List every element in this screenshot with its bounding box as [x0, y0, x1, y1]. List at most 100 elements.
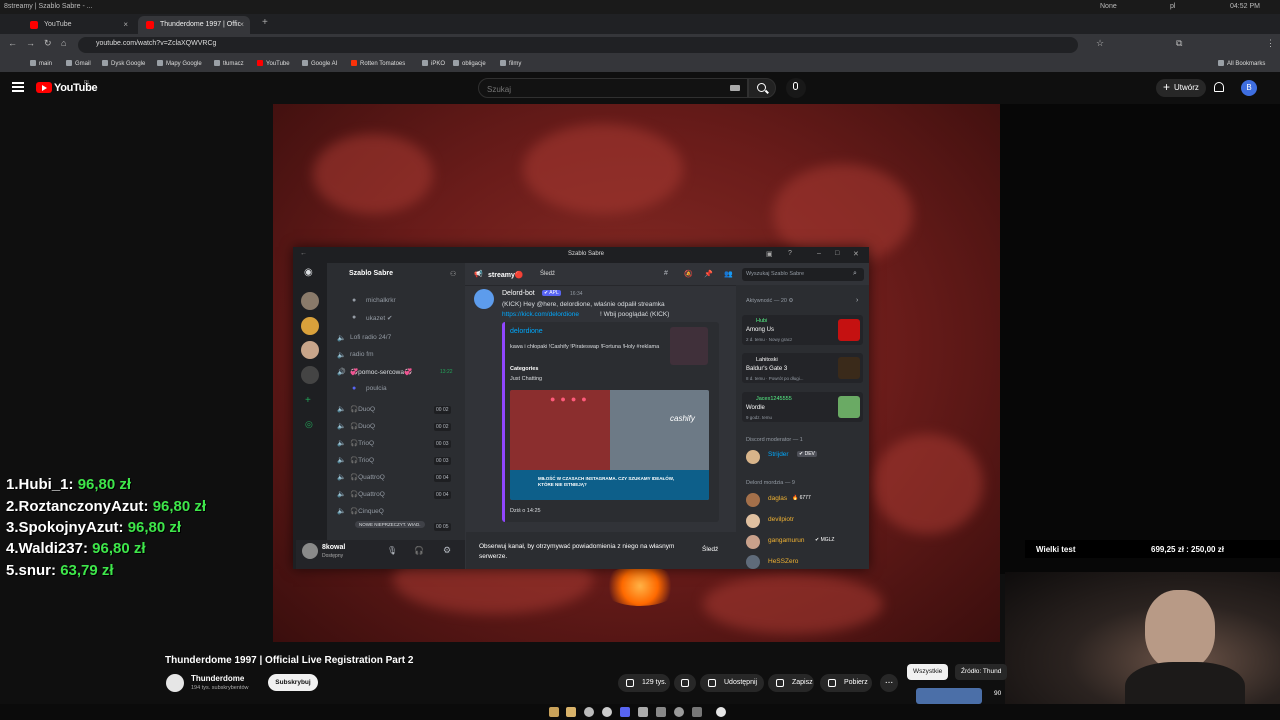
maximize-icon[interactable]: □ — [835, 250, 839, 257]
search-input[interactable] — [485, 82, 709, 96]
user-avatar[interactable] — [302, 543, 318, 559]
bookmark-ipko[interactable]: iPKO — [422, 60, 445, 67]
settings-gear-icon[interactable]: ⚙ — [443, 545, 451, 556]
channel-item[interactable]: 🔈 🎧QuattroQ — [337, 490, 385, 498]
search-button[interactable] — [748, 78, 776, 98]
create-button[interactable]: Utwórz — [1156, 78, 1206, 97]
forward-icon[interactable]: → — [26, 38, 35, 48]
channel-item[interactable]: 🔈 🎧TrioQ — [337, 456, 374, 464]
member-avatar[interactable] — [746, 535, 760, 549]
server-icon[interactable] — [301, 341, 319, 359]
members-icon[interactable]: 👥 — [724, 270, 733, 278]
filter-chip-source[interactable]: Źródło: Thund — [955, 664, 1008, 680]
tab-youtube[interactable]: YouTube × — [22, 16, 134, 34]
mute-icon[interactable]: 🔕 — [684, 270, 693, 278]
new-unread-pill[interactable]: NOWE NIEPRZECZYT. WIAD. — [355, 521, 425, 528]
url-text[interactable]: youtube.com/watch?v=ZclaXQWVRCg — [96, 40, 216, 47]
message-author[interactable]: Delord-bot — [502, 290, 535, 297]
add-member-icon[interactable]: ⚇ — [450, 270, 456, 278]
server-icon[interactable] — [301, 292, 319, 310]
address-bar[interactable] — [78, 37, 1078, 53]
bot-avatar[interactable] — [474, 289, 494, 309]
follow-button[interactable]: Śledź — [702, 546, 718, 553]
close-icon[interactable]: × — [239, 16, 244, 34]
bookmark-filmy[interactable]: filmy — [500, 60, 521, 67]
channel-name[interactable]: Thunderdome — [191, 674, 244, 683]
save-button[interactable]: Zapisz — [768, 674, 814, 692]
member-avatar[interactable] — [746, 493, 760, 507]
channel-item[interactable]: 🔈 Lofi radio 24/7 — [337, 334, 391, 342]
music-icon[interactable] — [602, 707, 612, 717]
channel-item[interactable]: 🔈 🎧CinqueQ — [337, 507, 384, 515]
follow-tab[interactable]: Śledź — [540, 271, 555, 277]
activity-user[interactable]: Lahitoski — [756, 357, 778, 363]
document-icon[interactable] — [692, 707, 702, 717]
channel-avatar[interactable] — [166, 674, 184, 692]
close-icon[interactable]: ✕ — [853, 250, 859, 258]
voice-search-icon[interactable] — [786, 78, 806, 98]
bookmark-google-ai[interactable]: Google AI — [302, 60, 337, 67]
bookmark-translate[interactable]: tłumacz — [214, 60, 244, 67]
member-name[interactable]: HeSSZero — [768, 558, 798, 565]
activity-user[interactable]: Hubi — [756, 318, 767, 324]
bookmark-gmail[interactable]: Gmail — [66, 60, 91, 67]
channel-item[interactable]: ● ukazet ✔ — [352, 314, 392, 322]
discord-icon[interactable] — [620, 707, 630, 717]
explore-icon[interactable]: ◎ — [305, 419, 313, 430]
threads-icon[interactable]: # — [664, 270, 668, 277]
channel-item[interactable]: 🔈 🎧DuoQ — [337, 422, 375, 430]
channel-item[interactable]: 🔈 🎧DuoQ — [337, 405, 375, 413]
dislike-button[interactable] — [674, 674, 696, 692]
menu-dots-icon[interactable]: ⋮ — [1266, 38, 1275, 49]
channel-item[interactable]: 🔈 🎧QuattroQ — [337, 473, 385, 481]
bookmark-obligacje[interactable]: obligacje — [453, 60, 486, 67]
more-actions-button[interactable]: ... — [880, 674, 898, 692]
search-icon[interactable]: ⌕ — [853, 270, 857, 278]
channel-item[interactable]: ● michalkrkr — [352, 297, 396, 304]
language-indicator[interactable]: pl — [1170, 3, 1175, 10]
bookmark-youtube[interactable]: YouTube — [257, 60, 290, 67]
minimize-icon[interactable]: – — [817, 250, 821, 257]
add-server-icon[interactable]: + — [305, 395, 311, 406]
server-name[interactable]: Szablo Sabre — [349, 270, 393, 277]
member-avatar[interactable] — [746, 555, 760, 569]
obs-icon[interactable] — [716, 707, 726, 717]
discord-home-icon[interactable]: ◉ — [304, 267, 313, 278]
files-icon[interactable] — [549, 707, 559, 717]
reload-icon[interactable]: ↻ — [44, 38, 52, 49]
member-avatar[interactable] — [746, 514, 760, 528]
embed-image[interactable]: ● ● ● ● cashify MIŁOŚĆ W CZASACH INSTAGR… — [510, 390, 709, 500]
youtube-logo-icon[interactable] — [36, 82, 52, 93]
server-folder-icon[interactable] — [301, 366, 319, 384]
new-tab-icon[interactable]: + — [262, 17, 268, 28]
channel-item[interactable]: 🔊 💞pomoc-sercowa💞 — [337, 368, 412, 376]
bookmark-rotten-tomatoes[interactable]: Rotten Tomatoes — [351, 60, 405, 67]
keyboard-icon[interactable] — [730, 85, 740, 91]
like-button[interactable]: 129 tys. — [618, 674, 670, 692]
embed-title[interactable]: delordione — [510, 328, 543, 335]
bookmark-drive[interactable]: Dysk Google — [102, 60, 145, 67]
help-icon[interactable]: ? — [788, 250, 792, 257]
back-icon[interactable]: ← — [8, 38, 17, 48]
bookmark-star-icon[interactable]: ☆ — [1096, 38, 1104, 49]
back-icon[interactable]: ← — [300, 250, 307, 257]
browser-icon[interactable] — [584, 707, 594, 717]
settings-icon[interactable] — [674, 707, 684, 717]
inbox-icon[interactable]: ▣ — [766, 250, 773, 258]
recommended-thumbnail[interactable] — [916, 688, 982, 704]
home-icon[interactable]: ⌂ — [61, 38, 66, 48]
bookmark-main[interactable]: main — [30, 60, 52, 67]
microphone-icon[interactable]: 🎙 — [387, 546, 397, 555]
folder-icon[interactable] — [566, 707, 576, 717]
message-link[interactable]: https://kick.com/delordione — [502, 311, 579, 318]
download-button[interactable]: Pobierz — [820, 674, 872, 692]
member-name[interactable]: devilpiotr — [768, 516, 794, 523]
embed-thumbnail[interactable] — [670, 327, 708, 365]
notifications-bell-icon[interactable] — [1214, 82, 1224, 92]
all-bookmarks[interactable]: All Bookmarks — [1218, 60, 1265, 67]
channel-item[interactable]: ● poulcia — [352, 385, 387, 392]
account-avatar[interactable]: B — [1241, 80, 1257, 96]
subscribe-button[interactable]: Subskrybuj — [268, 674, 318, 691]
terminal-icon[interactable] — [656, 707, 666, 717]
chevron-right-icon[interactable]: › — [856, 297, 858, 304]
